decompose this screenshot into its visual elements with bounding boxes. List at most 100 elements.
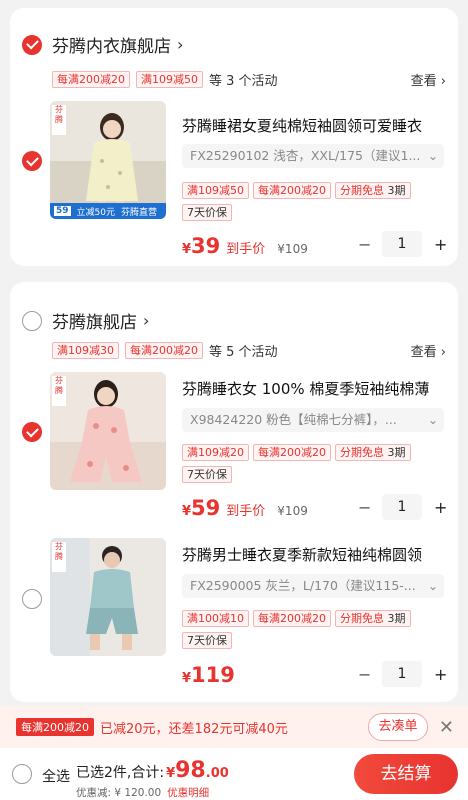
chevron-down-icon: ⌄: [427, 413, 438, 427]
sku-selector[interactable]: X98424220 粉色【纯棉七分裤】，... ⌄: [182, 408, 444, 432]
quantity-value[interactable]: 1: [382, 231, 422, 257]
promo-tag: 每满200减20: [253, 610, 331, 627]
store-checkbox[interactable]: [22, 310, 42, 331]
installment-term: 3期: [384, 612, 406, 625]
item-checkbox[interactable]: [22, 151, 42, 171]
item-tags: 满109减20 每满200减20 分期免息 3期: [182, 444, 411, 461]
price-protect-tag: 7天价保: [182, 466, 232, 483]
minus-icon[interactable]: −: [358, 665, 371, 684]
store-promo-row[interactable]: 每满200减20 满109减50 等 3 个活动: [52, 70, 278, 89]
store-promo-row[interactable]: 满109减30 每满200减20 等 5 个活动: [52, 341, 278, 360]
installment-label: 分期免息: [340, 446, 384, 459]
chevron-down-icon: ⌄: [427, 149, 438, 163]
quantity-value[interactable]: 1: [382, 661, 422, 687]
quantity-value[interactable]: 1: [382, 494, 422, 520]
installment-tag: 分期免息 3期: [335, 444, 411, 461]
item-price-value: 59: [191, 496, 221, 520]
promo-tag: 满109减30: [52, 342, 119, 359]
sku-selector[interactable]: FX25290102 浅杏，XXL/175（建议1... ⌄: [182, 144, 444, 168]
sku-text: FX25290102 浅杏，XXL/175（建议1...: [190, 148, 421, 163]
promo-tag: 满109减20: [182, 444, 249, 461]
price-protect-tag: 7天价保: [182, 204, 232, 221]
installment-tag: 分期免息 3期: [335, 610, 411, 627]
total-dec: .00: [205, 766, 229, 781]
sku-selector[interactable]: FX2590005 灰兰，L/170（建议115-... ⌄: [182, 574, 444, 598]
chevron-down-icon: ⌄: [427, 579, 438, 593]
quantity-stepper: − 1 +: [358, 661, 447, 687]
item-tags-2: 7天价保: [182, 632, 232, 649]
close-icon[interactable]: ✕: [439, 717, 454, 738]
quantity-stepper: − 1 +: [358, 231, 447, 257]
checkout-button[interactable]: 去结算: [354, 754, 458, 794]
store-name[interactable]: 芬腾内衣旗舰店: [52, 32, 171, 57]
add-more-button[interactable]: 去凑单: [368, 713, 428, 741]
product-title[interactable]: 芬腾睡衣女 100% 棉夏季短袖纯棉薄: [182, 378, 450, 399]
plus-icon[interactable]: +: [434, 235, 447, 254]
item-tags-2: 7天价保: [182, 204, 232, 221]
store-checkbox[interactable]: [22, 34, 42, 55]
select-all-checkbox[interactable]: [12, 764, 32, 784]
promo-bar: 每满200减20 已减20元，还差182元可减40元 去凑单 ✕: [0, 706, 468, 748]
promo-tag: 满100减10: [182, 610, 249, 627]
checkout-bar: 全选 已选2件,合计: ¥98.00 优惠减: ¥ 120.00 优惠明细 去结算: [0, 748, 468, 800]
discount-amount: 优惠减: ¥ 120.00: [76, 787, 162, 799]
promo-tag: 每满200减20: [253, 444, 331, 461]
promo-tag: 满109减50: [182, 182, 249, 199]
chevron-right-icon[interactable]: ›: [143, 311, 149, 330]
chevron-right-icon[interactable]: ›: [177, 35, 183, 54]
product-thumbnail[interactable]: 芬腾 59 立减50元 芬腾直营: [50, 101, 166, 219]
store-card: 芬腾内衣旗舰店 › 每满200减20 满109减50 等 3 个活动 查看 › …: [10, 8, 458, 266]
see-all-link[interactable]: 查看 ›: [411, 341, 446, 360]
item-checkbox[interactable]: [22, 422, 42, 442]
brand-logo-icon: 芬腾: [52, 542, 66, 572]
price-label: 到手价: [226, 242, 266, 257]
thumbnail-price-strip: 59 立减50元 芬腾直营: [50, 203, 166, 219]
item-price: ¥39: [182, 234, 221, 258]
quantity-stepper: − 1 +: [358, 494, 447, 520]
promo-tag: 每满200减20: [52, 71, 130, 88]
strip-discount: 立减50元: [76, 207, 115, 218]
plus-icon[interactable]: +: [434, 665, 447, 684]
promo-tag: 每满200减20: [253, 182, 331, 199]
price-label: 到手价: [226, 504, 266, 519]
promo-more: 等 5 个活动: [209, 345, 278, 360]
item-price: ¥59: [182, 496, 221, 520]
item-checkbox[interactable]: [22, 589, 42, 609]
strip-store: 芬腾直营: [120, 207, 157, 218]
price-row: ¥119: [182, 663, 235, 687]
installment-term: 3期: [384, 184, 406, 197]
product-thumbnail[interactable]: 芬腾: [50, 538, 166, 656]
minus-icon[interactable]: −: [358, 235, 371, 254]
promo-more: 等 3 个活动: [209, 74, 278, 89]
product-thumbnail[interactable]: 芬腾: [50, 372, 166, 490]
strip-price: 59: [54, 206, 71, 216]
order-summary: 已选2件,合计: ¥98.00: [76, 758, 229, 783]
original-price: ¥109: [277, 242, 308, 256]
plus-icon[interactable]: +: [434, 498, 447, 517]
store-card: 芬腾旗舰店 › 满109减30 每满200减20 等 5 个活动 查看 › 芬腾…: [10, 282, 458, 702]
installment-label: 分期免息: [340, 612, 384, 625]
price-row: ¥39 到手价 ¥109: [182, 234, 308, 258]
store-header: 芬腾旗舰店 ›: [22, 308, 149, 333]
total-price: ¥98.00: [166, 758, 229, 783]
item-tags: 满109减50 每满200减20 分期免息 3期: [182, 182, 411, 199]
see-all-link[interactable]: 查看 ›: [411, 70, 446, 89]
sku-text: X98424220 粉色【纯棉七分裤】，...: [190, 412, 397, 427]
store-header: 芬腾内衣旗舰店 ›: [22, 32, 183, 57]
minus-icon[interactable]: −: [358, 498, 371, 517]
promo-bar-tag: 每满200减20: [16, 718, 94, 736]
discount-detail-link[interactable]: 优惠明细: [167, 787, 209, 799]
store-name[interactable]: 芬腾旗舰店: [52, 308, 137, 333]
summary-prefix: 已选2件,合计:: [76, 765, 165, 781]
product-title[interactable]: 芬腾男士睡衣夏季新款短袖纯棉圆领: [182, 544, 450, 565]
price-protect-tag: 7天价保: [182, 632, 232, 649]
item-price-value: 39: [191, 234, 221, 258]
installment-label: 分期免息: [340, 184, 384, 197]
brand-logo-icon: 芬腾: [52, 376, 66, 406]
product-title[interactable]: 芬腾睡裙女夏纯棉短袖圆领可爱睡衣: [182, 115, 450, 136]
installment-tag: 分期免息 3期: [335, 182, 411, 199]
original-price: ¥109: [277, 504, 308, 518]
select-all-label[interactable]: 全选: [42, 766, 70, 786]
brand-logo-icon: 芬腾: [52, 105, 66, 135]
item-tags-2: 7天价保: [182, 466, 232, 483]
